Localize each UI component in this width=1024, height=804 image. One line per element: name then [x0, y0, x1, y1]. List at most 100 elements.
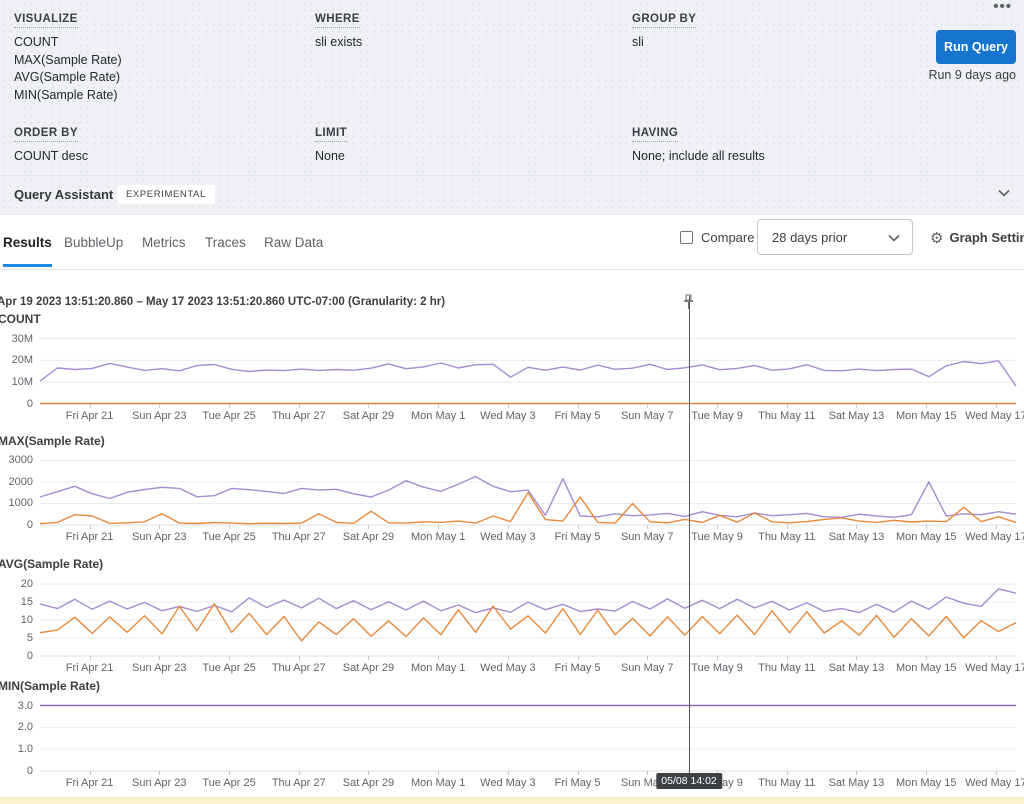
x-tick-mark [787, 771, 788, 775]
where-clause[interactable]: sli exists [315, 34, 362, 52]
x-tick-mark [996, 656, 997, 660]
compare-period-select[interactable]: 28 days prior [757, 219, 913, 255]
x-tick-mark [368, 771, 369, 775]
x-tick-mark [926, 404, 927, 408]
chart-plot[interactable] [40, 699, 1016, 771]
x-tick-mark [787, 404, 788, 408]
x-tick-mark [159, 404, 160, 408]
crosshair-line[interactable] [689, 296, 690, 789]
x-tick-mark [159, 771, 160, 775]
tab-raw-data[interactable]: Raw Data [264, 235, 323, 264]
x-tick-mark [438, 656, 439, 660]
chevron-down-icon [888, 234, 900, 242]
x-tick-mark [438, 404, 439, 408]
x-tick-mark [647, 771, 648, 775]
x-tick-mark [299, 656, 300, 660]
x-tick-mark [508, 525, 509, 529]
chevron-down-icon[interactable] [998, 189, 1010, 197]
x-tick-mark [90, 525, 91, 529]
visualize-clause[interactable]: MIN(Sample Rate) [14, 87, 122, 105]
limit-column: LIMIT None [315, 123, 347, 166]
limit-header: LIMIT [315, 127, 347, 142]
x-tick-mark [856, 404, 857, 408]
x-tick-mark [578, 656, 579, 660]
chart-title: COUNT [0, 312, 41, 326]
run-query-button[interactable]: Run Query [936, 30, 1016, 64]
x-tick-mark [229, 771, 230, 775]
group-by-header: GROUP BY [632, 13, 696, 28]
having-clause[interactable]: None; include all results [632, 148, 765, 166]
x-tick-mark [508, 771, 509, 775]
x-tick-mark [299, 404, 300, 408]
order-by-clause[interactable]: COUNT desc [14, 148, 88, 166]
tab-metrics[interactable]: Metrics [142, 235, 186, 264]
x-tick-mark [856, 525, 857, 529]
x-tick-mark [926, 525, 927, 529]
y-tick-label: 20 [0, 578, 33, 590]
x-tick-label: Wed May 17 [954, 531, 1024, 543]
x-tick-mark [647, 404, 648, 408]
compare-to-checkbox[interactable] [680, 231, 693, 244]
x-tick-mark [368, 656, 369, 660]
x-tick-mark [508, 404, 509, 408]
visualize-items: COUNTMAX(Sample Rate)AVG(Sample Rate)MIN… [14, 34, 122, 104]
query-results-charts: Apr 19 2023 13:51:20.860 – May 17 2023 1… [0, 270, 1024, 804]
x-tick-mark [996, 525, 997, 529]
x-tick-mark [229, 656, 230, 660]
pin-icon[interactable] [682, 294, 695, 310]
chart-plot[interactable] [40, 454, 1016, 525]
x-tick-mark [578, 525, 579, 529]
visualize-clause[interactable]: MAX(Sample Rate) [14, 52, 122, 70]
series-line-sli-group-1 [40, 589, 1016, 613]
y-tick-label: 0 [0, 398, 33, 410]
last-run-status: Run 9 days ago [928, 68, 1016, 82]
y-tick-label: 15 [0, 596, 33, 608]
order-by-header: ORDER BY [14, 127, 78, 142]
chart-plot[interactable] [40, 332, 1016, 404]
x-tick-mark [508, 656, 509, 660]
tab-bubbleup[interactable]: BubbleUp [64, 235, 123, 264]
having-column: HAVING None; include all results [632, 123, 765, 166]
x-tick-mark [90, 771, 91, 775]
x-tick-label: Wed May 17 [954, 777, 1024, 789]
x-tick-mark [438, 771, 439, 775]
visualize-column: VISUALIZE COUNTMAX(Sample Rate)AVG(Sampl… [14, 9, 122, 104]
graph-settings-button[interactable]: ⚙Graph Settings [930, 229, 1024, 247]
y-tick-label: 3.0 [0, 700, 33, 712]
group-by-clause[interactable]: sli [632, 34, 696, 52]
x-tick-mark [856, 771, 857, 775]
y-tick-label: 1000 [0, 497, 33, 509]
x-tick-mark [787, 656, 788, 660]
chart-plot[interactable] [40, 577, 1016, 656]
visualize-header: VISUALIZE [14, 13, 78, 28]
query-assistant-bar[interactable]: Query Assistant EXPERIMENTAL [0, 176, 1024, 215]
compare-period-value: 28 days prior [772, 230, 847, 245]
y-tick-label: 30M [0, 333, 33, 345]
honeycomb-query-page: VISUALIZE COUNTMAX(Sample Rate)AVG(Sampl… [0, 0, 1024, 804]
x-tick-mark [717, 525, 718, 529]
limit-clause[interactable]: None [315, 148, 347, 166]
x-tick-mark [856, 656, 857, 660]
x-tick-mark [438, 525, 439, 529]
time-range-label: Apr 19 2023 13:51:20.860 – May 17 2023 1… [0, 296, 445, 308]
results-tab-bar: ResultsBubbleUpMetricsTracesRaw Data Com… [0, 215, 1024, 270]
visualize-clause[interactable]: COUNT [14, 34, 122, 52]
chart-title: AVG(Sample Rate) [0, 557, 103, 571]
x-tick-mark [368, 404, 369, 408]
x-tick-label: Wed May 17 [954, 410, 1024, 422]
x-tick-mark [368, 525, 369, 529]
tab-results[interactable]: Results [3, 235, 52, 267]
visualize-clause[interactable]: AVG(Sample Rate) [14, 69, 122, 87]
tab-traces[interactable]: Traces [205, 235, 246, 264]
y-tick-label: 1.0 [0, 743, 33, 755]
x-tick-mark [90, 656, 91, 660]
x-tick-mark [926, 771, 927, 775]
x-tick-mark [717, 656, 718, 660]
order-by-column: ORDER BY COUNT desc [14, 123, 88, 166]
x-tick-mark [717, 404, 718, 408]
x-tick-mark [996, 404, 997, 408]
x-tick-mark [647, 525, 648, 529]
x-tick-mark [926, 656, 927, 660]
gear-icon: ⚙ [930, 230, 943, 247]
overflow-menu-icon[interactable]: ••• [993, 0, 1012, 15]
